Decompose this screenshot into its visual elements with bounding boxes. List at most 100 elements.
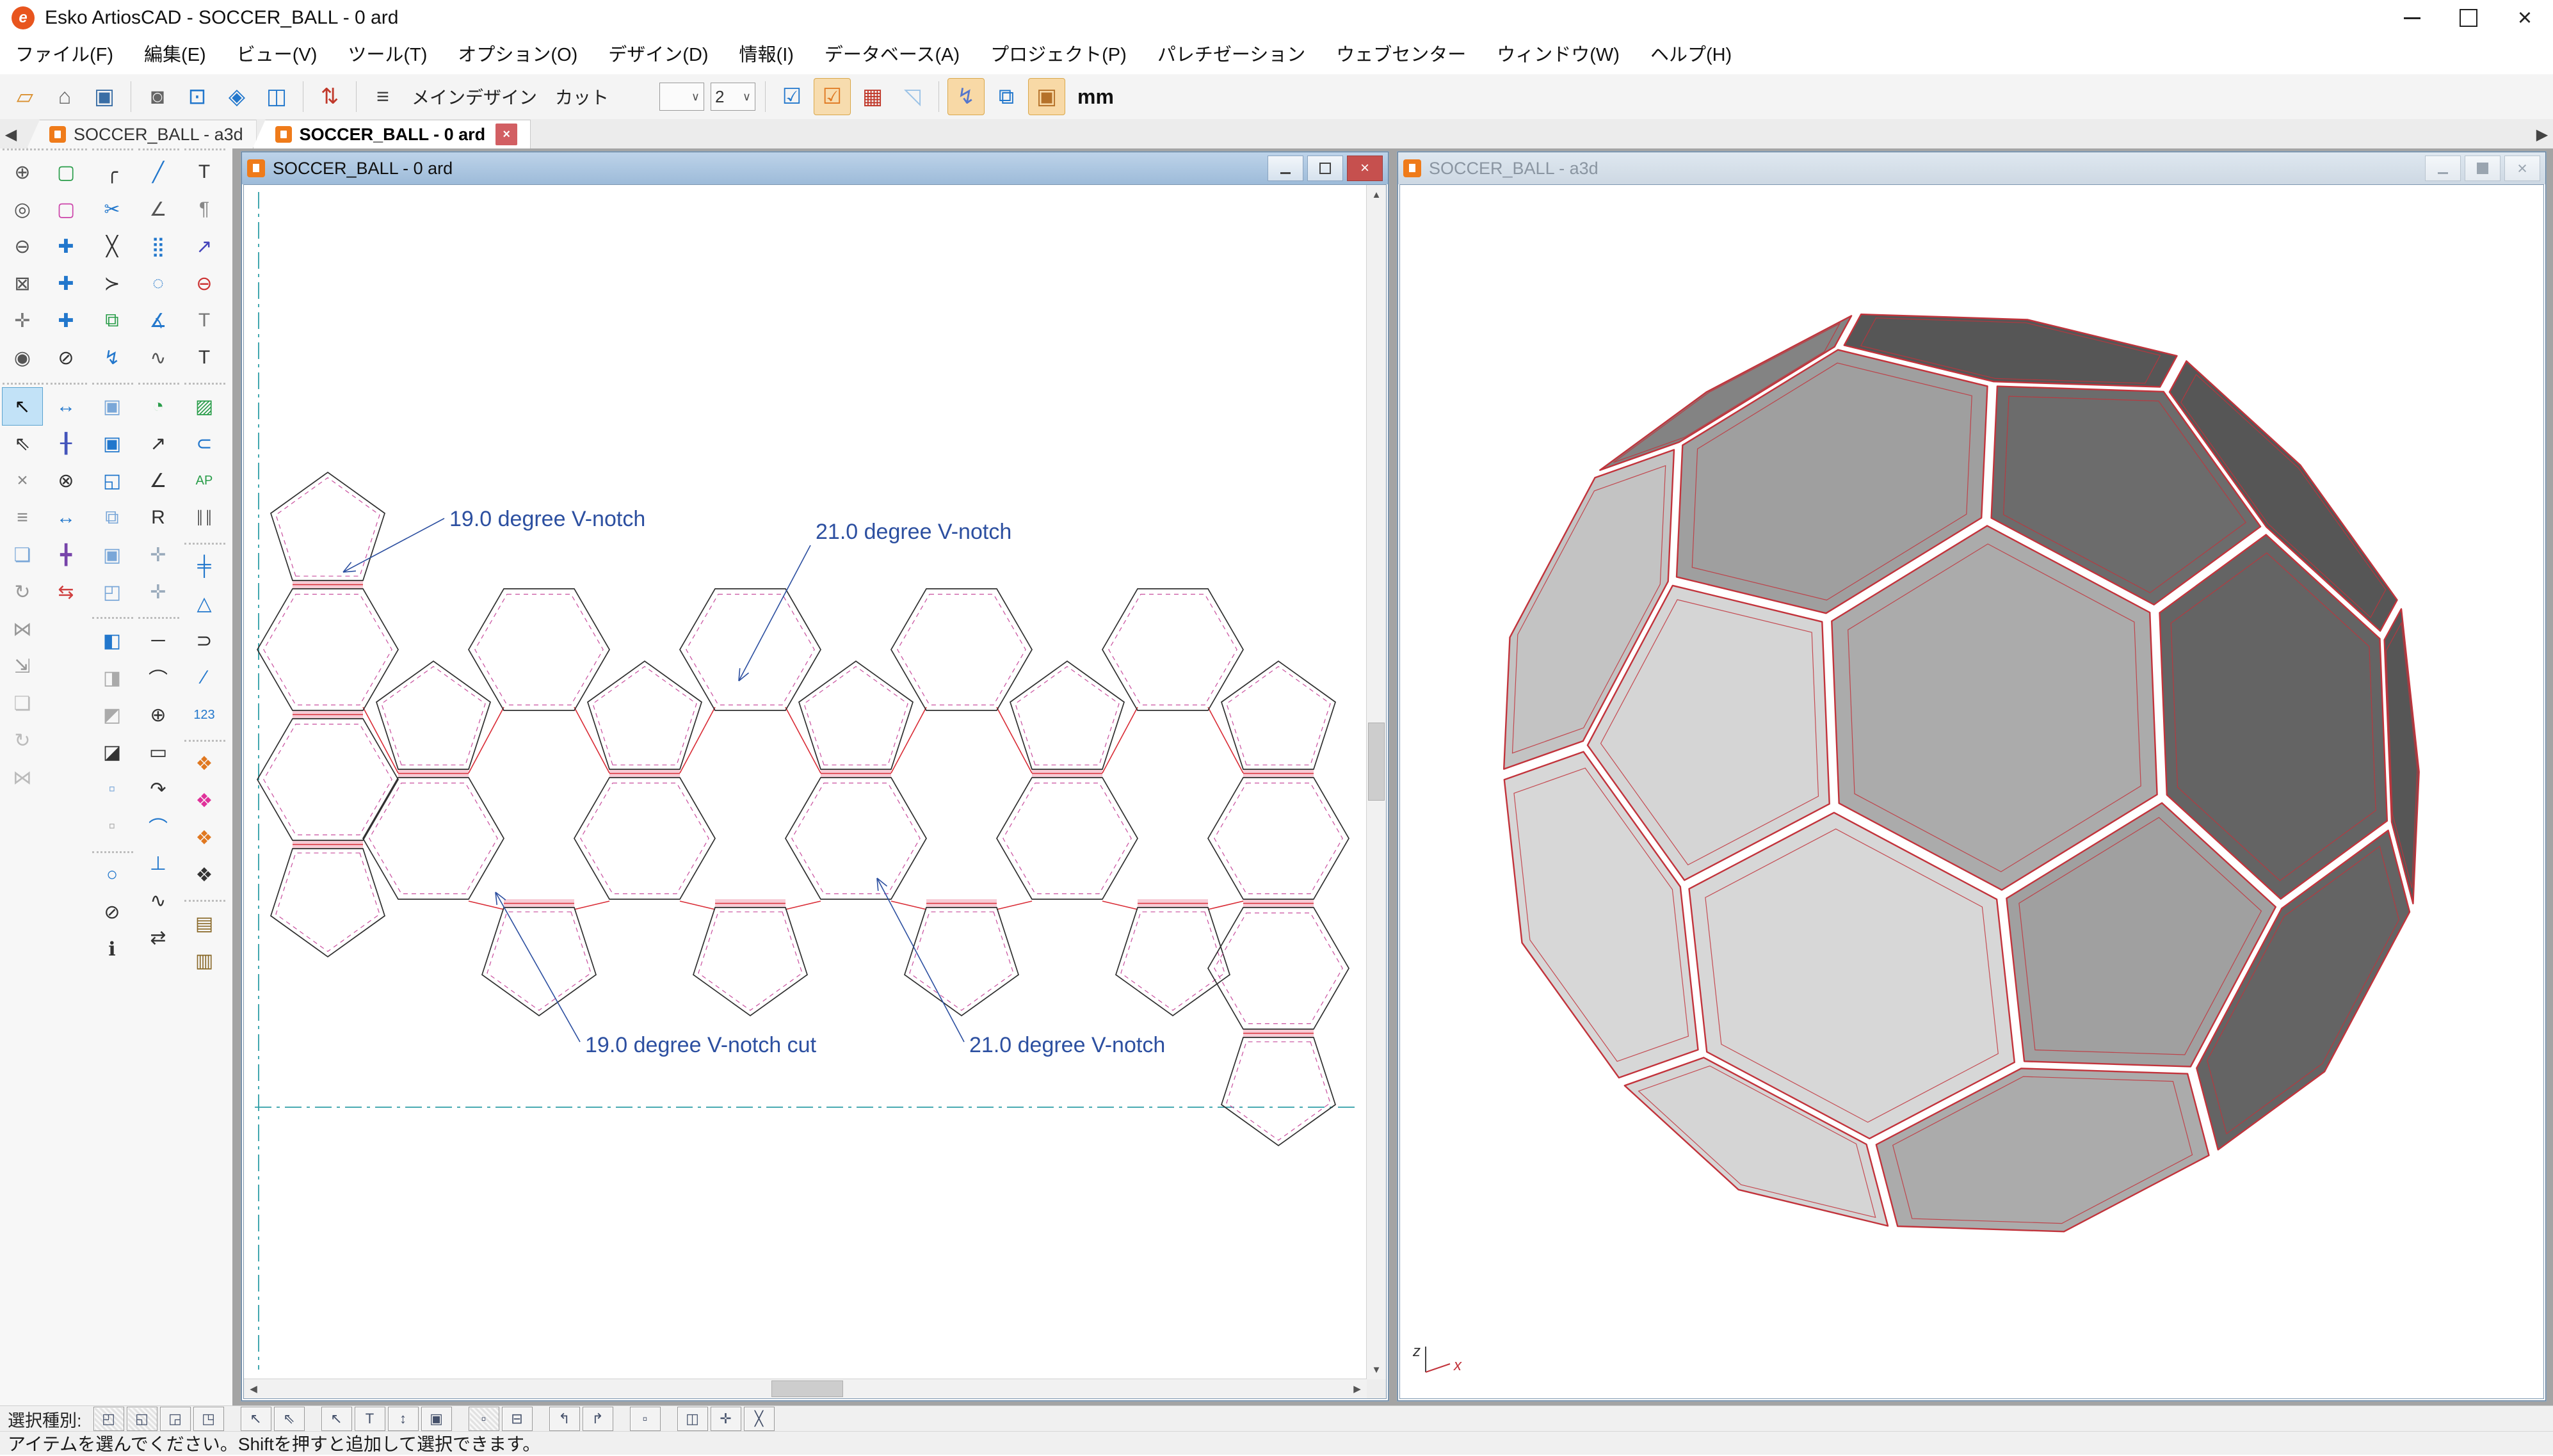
toolbar-combo-1[interactable]: ∨ (659, 83, 704, 111)
ellipse-delete-tool[interactable]: ⊘ (92, 893, 132, 931)
scroll-right-icon[interactable]: ▶ (1348, 1379, 1367, 1398)
select-window[interactable]: ◫ (677, 1407, 708, 1431)
view-options-tool[interactable]: ◉ (3, 339, 42, 376)
arc-tool[interactable]: ⌒ (138, 659, 178, 696)
fill-move-tool[interactable]: ◩ (92, 696, 132, 733)
split-line-tool[interactable]: ╂ (46, 425, 86, 462)
counter-line-tool[interactable]: ╪ (184, 548, 224, 585)
minimize-button[interactable] (2384, 0, 2440, 36)
select-crease-lines[interactable]: ◳ (193, 1407, 224, 1431)
grid-points-tool[interactable]: ⣿ (138, 228, 178, 265)
text-tool[interactable]: T (184, 154, 224, 191)
polyline-tool[interactable]: ↯ (92, 339, 132, 376)
open-file-button[interactable]: ▱ (7, 79, 43, 115)
menu-item-3[interactable]: ツール(T) (332, 36, 442, 74)
arrow-tool[interactable]: ↗ (184, 228, 224, 265)
scroll-left-icon[interactable]: ◀ (244, 1379, 263, 1398)
design-window-titlebar[interactable]: SOCCER_BALL - 0 ard × (242, 152, 1388, 184)
resize-bridge-tool[interactable]: ↔ (46, 388, 86, 425)
layers-tool[interactable]: ≡ (3, 499, 42, 536)
menu-item-5[interactable]: デザイン(D) (593, 36, 723, 74)
image-effects-tool[interactable]: ▣ (92, 425, 132, 462)
child3d-minimize-button[interactable] (2425, 156, 2461, 181)
construction-circle-tool[interactable]: ◌ (138, 265, 178, 302)
counter-triangle-tool[interactable]: △ (184, 585, 224, 622)
cut-tool[interactable]: ✂ (92, 191, 132, 228)
select-pointer[interactable]: ↖ (241, 1407, 271, 1431)
dimension-compass-tool[interactable]: ⊖ (184, 265, 224, 302)
move-copy-tool[interactable]: ❏ (3, 536, 42, 573)
child3d-maximize-button[interactable] (2465, 156, 2501, 181)
panels-view-button[interactable]: ⧉ (988, 79, 1024, 115)
select-group[interactable]: ▫ (469, 1407, 499, 1431)
move-tool[interactable]: ❏ (3, 685, 42, 722)
move-nick-tool[interactable]: ╋ (46, 536, 86, 573)
open-design-window-button[interactable]: ⊡ (179, 79, 215, 115)
design-canvas[interactable]: 19.0 degree V-notch21.0 degree V-notch19… (243, 184, 1387, 1399)
bezier-tool[interactable]: ↷ (138, 771, 178, 808)
paragraph-tool[interactable]: ¶ (184, 191, 224, 228)
fill-delete-tool[interactable]: ◪ (92, 733, 132, 771)
add-nick-tool[interactable]: ✚ (46, 302, 86, 339)
dimension-clock-tool[interactable]: ◔ (138, 388, 178, 425)
bug-check-alt-tool[interactable]: ❖ (184, 819, 224, 856)
menu-item-6[interactable]: 情報(I) (724, 36, 809, 74)
scale-tool[interactable]: ⇲ (3, 648, 42, 685)
fan-lines-tool[interactable]: ∡ (138, 302, 178, 339)
corner-triangles-button[interactable]: ◹ (894, 79, 930, 115)
line-tool[interactable]: ─ (138, 622, 178, 659)
info-tool[interactable]: ℹ (92, 931, 132, 968)
child-close-button[interactable]: × (1347, 156, 1383, 181)
standards-catalog-button[interactable]: ⌂ (47, 79, 83, 115)
image-gallery-tool[interactable]: ⧉ (92, 499, 132, 536)
output-sample-v-tool[interactable]: ▥ (184, 942, 224, 979)
view-3d-canvas[interactable]: zx (1399, 184, 2544, 1399)
rotate-copy-tool[interactable]: ↻ (3, 722, 42, 759)
barcode-tool[interactable]: ║║ (184, 499, 224, 536)
child3d-close-button[interactable]: × (2504, 156, 2540, 181)
tangent-arc-tool[interactable]: ⌒ (138, 808, 178, 845)
angle-line-tool[interactable]: ∠ (138, 191, 178, 228)
zoom-in-tool[interactable]: ⊕ (3, 154, 42, 191)
select-text[interactable]: T (355, 1407, 385, 1431)
move-dimension-tool[interactable]: ✛ (138, 536, 178, 573)
attachment-tool[interactable]: ⊂ (184, 425, 224, 462)
tab-soccer-ball-0-ard[interactable]: SOCCER_BALL - 0 ard× (253, 120, 531, 148)
vertical-scroll-thumb[interactable] (1368, 723, 1385, 801)
scroll-up-icon[interactable]: ▲ (1367, 185, 1386, 204)
link-dimension-tool[interactable]: ⇄ (138, 919, 178, 956)
database-info-button[interactable]: ☑ (774, 79, 810, 115)
add-notch-tool[interactable]: ✚ (46, 228, 86, 265)
distance-measure-tool[interactable]: ↗ (138, 425, 178, 462)
menu-item-4[interactable]: オプション(O) (442, 36, 593, 74)
trace-image-tool[interactable]: ◰ (92, 573, 132, 611)
pan-tool[interactable]: ✛ (3, 302, 42, 339)
resize-nick-tool[interactable]: ↔ (46, 499, 86, 536)
ellipse-add-tool[interactable]: ○ (92, 856, 132, 893)
slash-line-tool[interactable]: ⁄ (184, 659, 224, 696)
bug-check-pink-tool[interactable]: ❖ (184, 782, 224, 819)
menu-item-9[interactable]: パレチゼーション (1142, 36, 1321, 74)
radius-measure-tool[interactable]: R (138, 499, 178, 536)
delete-tool[interactable]: × (3, 462, 42, 499)
close-button[interactable]: × (2497, 0, 2553, 36)
tab-scroll-right-icon[interactable]: ▶ (2531, 120, 2553, 148)
fillet-tool[interactable]: ╭ (92, 154, 132, 191)
angle-measure-tool[interactable]: ∠ (138, 462, 178, 499)
menu-item-2[interactable]: ビュー(V) (221, 36, 333, 74)
tab-close-icon[interactable]: × (495, 124, 517, 145)
intersect-tool[interactable]: ╳ (92, 228, 132, 265)
move-dimension-copy-tool[interactable]: ✛ (138, 573, 178, 611)
output-sample-h-tool[interactable]: ▤ (184, 905, 224, 942)
mirror-copy-tool[interactable]: ⋈ (3, 759, 42, 796)
manufacturing-blank-tool[interactable]: ▢ (46, 191, 86, 228)
bug-check-dark-tool[interactable]: ❖ (184, 856, 224, 893)
delete-nick-tool[interactable]: ⊗ (46, 462, 86, 499)
menu-item-11[interactable]: ウィンドウ(W) (1481, 36, 1635, 74)
select-intersect[interactable]: ◱ (127, 1407, 157, 1431)
select-tool[interactable]: ↖ (3, 388, 42, 425)
circle-tool[interactable]: ⊕ (138, 696, 178, 733)
paren-curve-tool[interactable]: ⊃ (184, 622, 224, 659)
v-notch-tool[interactable]: ≻ (92, 265, 132, 302)
edge-offset-tool[interactable]: ⇆ (46, 573, 86, 611)
